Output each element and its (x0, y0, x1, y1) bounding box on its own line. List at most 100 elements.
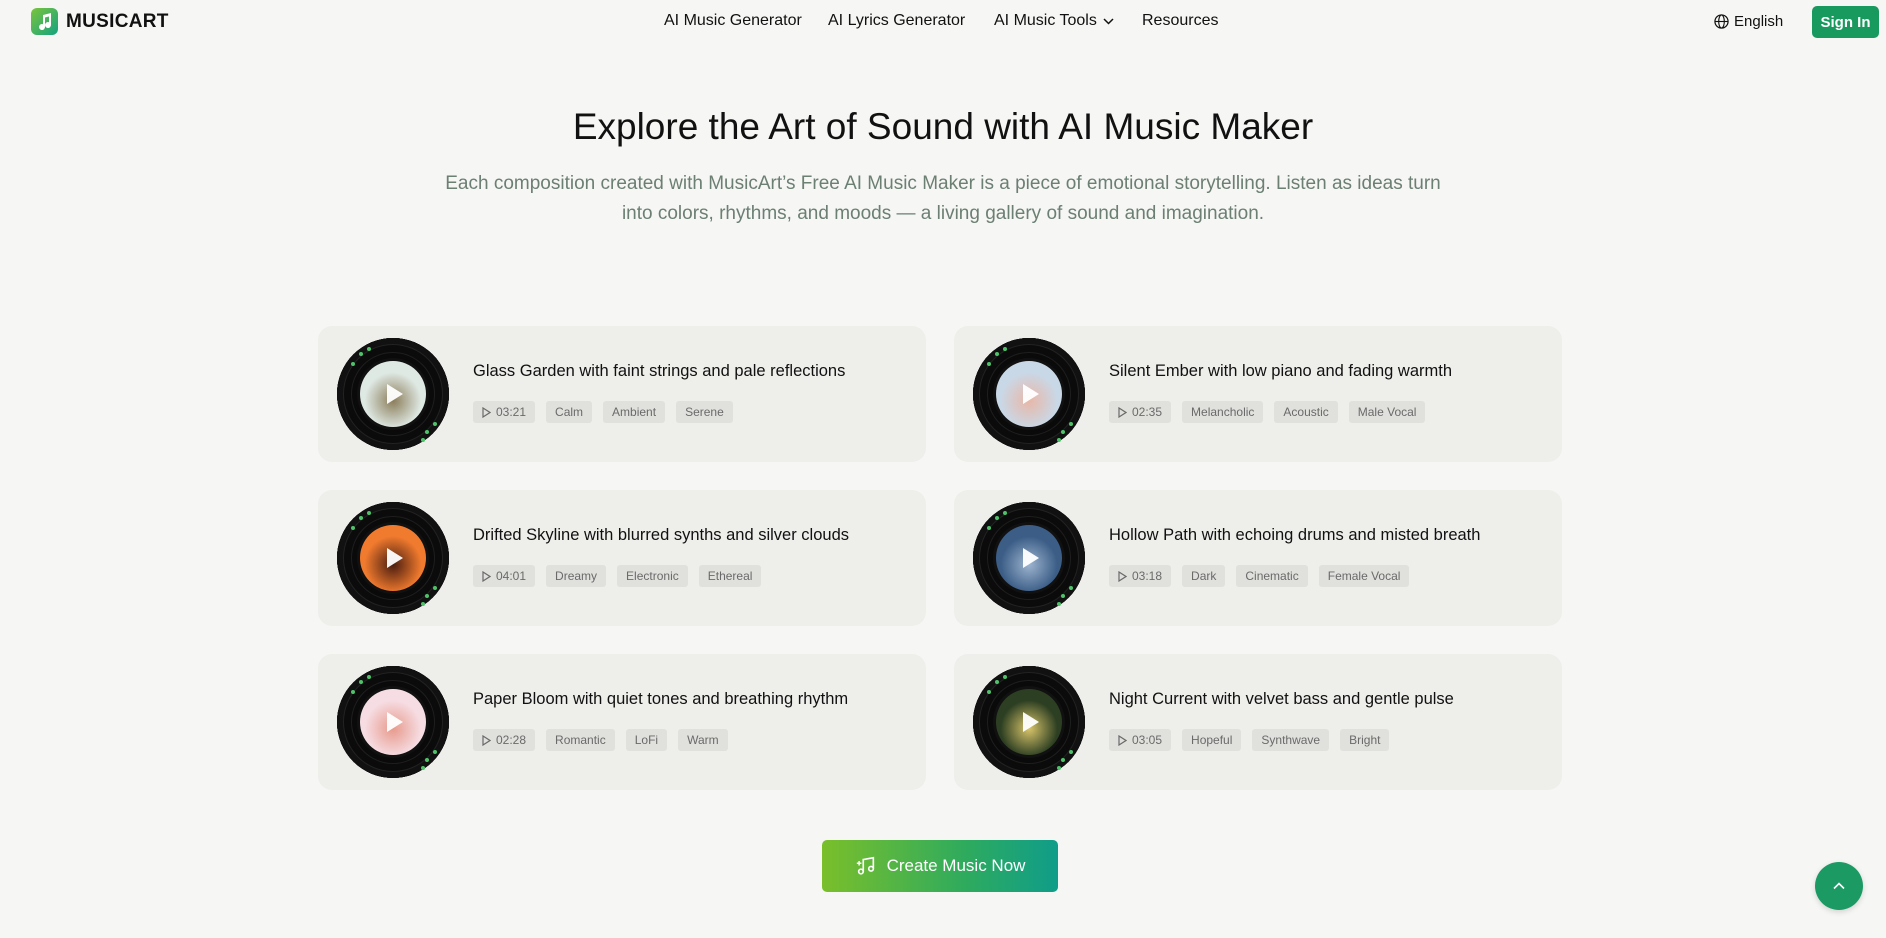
page-title: Explore the Art of Sound with AI Music M… (572, 106, 1314, 147)
create-music-label: Create Music Now (886, 856, 1026, 875)
genre-tag: Ambient (603, 401, 666, 423)
sparkle-dot (433, 422, 437, 426)
genre-tag: Female Vocal (1318, 565, 1410, 587)
track-card[interactable]: Drifted Skyline with blurred synths and … (318, 490, 926, 626)
language-selector[interactable]: English (1714, 13, 1783, 30)
vinyl-disc[interactable] (337, 338, 449, 450)
genre-tag: Male Vocal (1348, 401, 1426, 423)
genre-tag: Serene (676, 401, 733, 423)
genre-tag: Dark (1182, 565, 1226, 587)
music-note-icon (31, 8, 58, 35)
duration-text: 03:05 (1132, 733, 1163, 747)
track-title: Night Current with velvet bass and gentl… (1109, 690, 1454, 708)
vinyl-disc[interactable] (973, 666, 1085, 778)
genre-tag: Romantic (546, 729, 615, 751)
vinyl-disc[interactable] (973, 338, 1085, 450)
sparkle-dot (433, 750, 437, 754)
vinyl-disc[interactable] (337, 502, 449, 614)
play-icon[interactable] (1023, 712, 1039, 732)
scroll-to-top-button[interactable] (1815, 862, 1863, 910)
sparkle-dot (1061, 758, 1065, 762)
track-card[interactable]: Paper Bloom with quiet tones and breathi… (318, 654, 926, 790)
music-note-icon (856, 856, 874, 875)
play-outline-icon (1118, 734, 1127, 746)
duration-text: 02:28 (496, 733, 527, 747)
sparkle-dot (425, 758, 429, 762)
genre-tag: Ethereal (698, 565, 762, 587)
cover-art (360, 361, 426, 427)
sparkle-dot (1069, 586, 1073, 590)
globe-icon (1714, 14, 1729, 29)
track-title: Hollow Path with echoing drums and miste… (1109, 526, 1481, 544)
sparkle-dot (351, 690, 355, 694)
nav-ai-music-tools-label: AI Music Tools (994, 12, 1097, 29)
duration-badge: 03:18 (1109, 565, 1172, 587)
sparkle-dot (421, 602, 425, 606)
sparkle-dot (367, 511, 371, 515)
nav-ai-lyrics-generator[interactable]: AI Lyrics Generator (828, 12, 965, 30)
page-subtitle: Each composition created with MusicArt’s… (445, 173, 1441, 224)
play-outline-icon (482, 570, 491, 582)
sign-in-button[interactable]: Sign In (1812, 6, 1879, 38)
genre-tag: Cinematic (1236, 565, 1308, 587)
sparkle-dot (421, 766, 425, 770)
play-icon[interactable] (387, 548, 403, 568)
chevron-down-icon (1103, 17, 1114, 25)
cover-art (360, 689, 426, 755)
create-music-button[interactable]: Create Music Now (822, 840, 1058, 892)
play-icon[interactable] (387, 384, 403, 404)
sparkle-dot (995, 680, 999, 684)
sparkle-dot (1057, 766, 1061, 770)
nav-ai-music-tools[interactable]: AI Music Tools (994, 12, 1114, 30)
play-icon[interactable] (387, 712, 403, 732)
track-title: Paper Bloom with quiet tones and breathi… (473, 690, 849, 708)
track-card[interactable]: Silent Ember with low piano and fading w… (954, 326, 1562, 462)
sparkle-dot (1069, 422, 1073, 426)
sparkle-dot (359, 352, 363, 356)
track-card[interactable]: Hollow Path with echoing drums and miste… (954, 490, 1562, 626)
duration-badge: 03:05 (1109, 729, 1172, 751)
sparkle-dot (995, 516, 999, 520)
nav-ai-music-generator[interactable]: AI Music Generator (664, 12, 802, 30)
sparkle-dot (433, 586, 437, 590)
duration-badge: 02:35 (1109, 401, 1172, 423)
sparkle-dot (421, 438, 425, 442)
brand-name: MUSICART (66, 10, 169, 32)
sparkle-dot (425, 430, 429, 434)
duration-text: 03:18 (1132, 569, 1163, 583)
cover-art (996, 525, 1062, 591)
track-title: Silent Ember with low piano and fading w… (1109, 362, 1453, 380)
play-icon[interactable] (1023, 384, 1039, 404)
track-card[interactable]: Night Current with velvet bass and gentl… (954, 654, 1562, 790)
sparkle-dot (1061, 430, 1065, 434)
header: MUSICART AI Music Generator AI Lyrics Ge… (0, 0, 1886, 44)
logo[interactable]: MUSICART (31, 8, 169, 35)
sparkle-dot (995, 352, 999, 356)
chevron-up-icon (1833, 882, 1845, 890)
genre-tag: Electronic (617, 565, 688, 587)
track-tags: 02:35 Melancholic Acoustic Male Vocal (1109, 401, 1426, 423)
play-icon[interactable] (1023, 548, 1039, 568)
play-outline-icon (1118, 406, 1127, 418)
genre-tag: Hopeful (1182, 729, 1242, 751)
duration-badge: 04:01 (473, 565, 536, 587)
duration-text: 03:21 (496, 405, 527, 419)
duration-badge: 02:28 (473, 729, 536, 751)
track-tags: 02:28 Romantic LoFi Warm (473, 729, 728, 751)
vinyl-disc[interactable] (973, 502, 1085, 614)
sparkle-dot (351, 362, 355, 366)
track-title: Glass Garden with faint strings and pale… (473, 362, 846, 380)
nav-resources[interactable]: Resources (1142, 12, 1218, 30)
cover-art (996, 689, 1062, 755)
genre-tag: Warm (678, 729, 728, 751)
duration-badge: 03:21 (473, 401, 536, 423)
track-title: Drifted Skyline with blurred synths and … (473, 526, 849, 544)
track-tags: 03:05 Hopeful Synthwave Bright (1109, 729, 1390, 751)
genre-tag: Synthwave (1252, 729, 1330, 751)
genre-tag: Acoustic (1274, 401, 1338, 423)
track-card[interactable]: Glass Garden with faint strings and pale… (318, 326, 926, 462)
vinyl-disc[interactable] (337, 666, 449, 778)
sparkle-dot (359, 680, 363, 684)
sparkle-dot (1061, 594, 1065, 598)
language-label: English (1734, 13, 1784, 30)
